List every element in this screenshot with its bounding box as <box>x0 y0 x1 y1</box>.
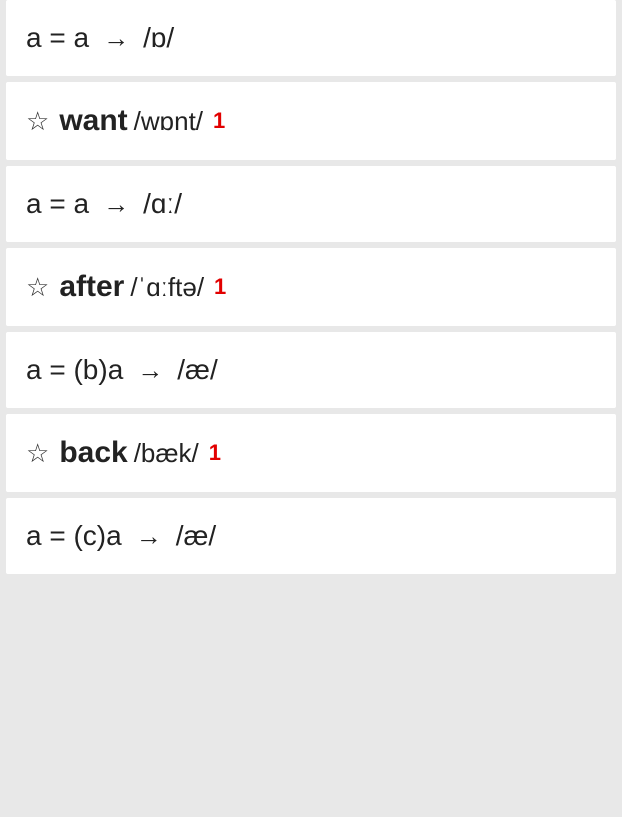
entry-word: want <box>59 104 127 138</box>
rule-content: a = (c)a → /æ/ <box>26 520 216 552</box>
rule-left: a = a <box>26 188 89 220</box>
rule-content: a = a → /ɑː/ <box>26 188 182 220</box>
rule-right: /ɒ/ <box>143 22 174 54</box>
rule-right: /æ/ <box>176 520 216 552</box>
entry-ipa: /bæk/ <box>134 438 199 469</box>
entry-card[interactable]: ☆ want /wɒnt/ 1 <box>6 82 616 160</box>
arrow-icon: → <box>103 23 129 54</box>
entry-badge: 1 <box>209 440 221 466</box>
star-icon[interactable]: ☆ <box>26 106 49 137</box>
entry-card[interactable]: ☆ back /bæk/ 1 <box>6 414 616 492</box>
arrow-icon: → <box>136 521 162 552</box>
rule-right: /æ/ <box>177 354 217 386</box>
entry-word: after <box>59 270 124 304</box>
rule-left: a = (b)a <box>26 354 123 386</box>
rule-content: a = a → /ɒ/ <box>26 22 174 54</box>
rule-card: a = (c)a → /æ/ <box>6 498 616 574</box>
star-icon[interactable]: ☆ <box>26 438 49 469</box>
entry-ipa: /wɒnt/ <box>134 106 203 137</box>
rule-card: a = a → /ɒ/ <box>6 0 616 76</box>
arrow-icon: → <box>137 355 163 386</box>
rule-left: a = a <box>26 22 89 54</box>
star-icon[interactable]: ☆ <box>26 272 49 303</box>
rule-card: a = a → /ɑː/ <box>6 166 616 242</box>
entry-ipa: /ˈɑːftə/ <box>130 272 204 303</box>
rule-card: a = (b)a → /æ/ <box>6 332 616 408</box>
entry-card[interactable]: ☆ after /ˈɑːftə/ 1 <box>6 248 616 326</box>
entry-word: back <box>59 436 127 470</box>
rule-left: a = (c)a <box>26 520 122 552</box>
arrow-icon: → <box>103 189 129 220</box>
rule-right: /ɑː/ <box>143 188 182 220</box>
rule-content: a = (b)a → /æ/ <box>26 354 218 386</box>
entry-badge: 1 <box>213 108 225 134</box>
entry-badge: 1 <box>214 274 226 300</box>
